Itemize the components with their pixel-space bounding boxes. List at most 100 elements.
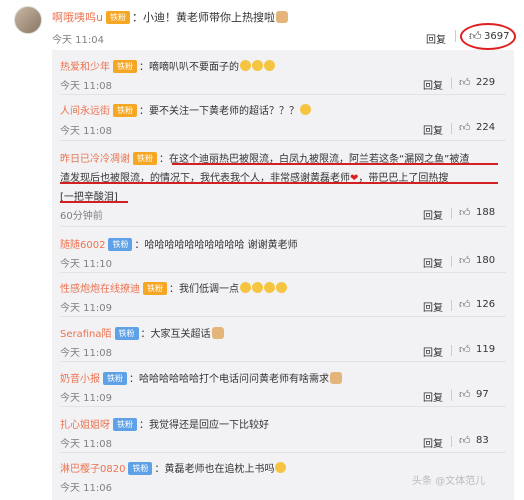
fan-badge[interactable]: 铁粉 [143,282,167,295]
fan-badge[interactable]: 铁粉 [133,152,157,165]
emoji-icon [252,282,263,293]
comment-line: 啊哦咦呜u 铁粉 ：小迪！黄老师带你上热搜啦 [52,9,288,25]
reply-button[interactable]: 回复 [423,389,443,404]
row-divider [60,316,506,317]
username[interactable]: 昨日已冷冷凋谢 [60,154,130,165]
row-divider [60,452,506,453]
red-underline [60,182,498,184]
divider [451,256,452,267]
fan-badge[interactable]: 铁粉 [105,11,130,24]
reply-button[interactable]: 回复 [423,122,443,137]
laugh-emoji-icon [275,462,287,473]
emoji-icon [276,282,287,293]
emoji-icon [240,282,251,293]
reply-text: ：嘀嘀叭叭不要面子的 [139,62,239,73]
reply-time: 今天 11:10 [60,259,112,270]
thumbs-up-icon[interactable]: 👍︎ [459,434,471,447]
reply-time: 今天 11:06 [60,483,112,494]
reply-text: ：要不关注一下黄老师的超话？？？ [139,106,299,117]
fan-badge[interactable]: 铁粉 [113,418,137,431]
like-count: 119 [476,344,496,355]
like-count: 188 [476,207,496,218]
like-count: 224 [476,122,496,133]
reply-text: ：哈哈哈哈哈哈打个电话问问黄老师有啥需求 [129,374,329,385]
thumbs-up-icon: 👍︎ [469,29,482,43]
thumbs-up-icon[interactable]: 👍︎ [459,298,471,311]
fan-badge[interactable]: 铁粉 [114,327,139,340]
fan-badge[interactable]: 铁粉 [113,104,137,117]
reply-time: 今天 11:08 [60,126,112,137]
thumbs-up-icon[interactable]: 👍︎ [459,343,471,356]
divider [455,30,456,42]
divider [451,78,452,89]
divider [451,390,452,401]
divider [451,436,452,447]
like-count: 83 [476,435,489,446]
reply-button[interactable]: 回复 [423,207,443,222]
username[interactable]: 奶音小报 [60,374,100,385]
reply-time: 今天 11:09 [60,303,112,314]
like-count: 229 [476,77,496,88]
row-divider [60,361,506,362]
reply-button[interactable]: 回复 [423,77,443,92]
cat-emoji-icon [211,327,224,339]
red-underline [172,163,498,165]
thumbs-up-icon[interactable]: 👍︎ [459,121,471,134]
row-divider [60,226,506,227]
thumbs-up-icon[interactable]: 👍︎ [459,388,471,401]
reply-time: 今天 11:08 [60,439,112,450]
reply-time: 今天 11:08 [60,81,112,92]
row-divider [60,272,506,273]
username[interactable]: 啊哦咦呜u [52,11,103,24]
reply-time: 今天 11:08 [60,348,112,359]
emoji-icon [240,60,251,71]
reply-time: 60分钟前 [60,211,103,222]
row-divider [60,406,506,407]
username[interactable]: 性感炮炮在线撩迪 [60,284,140,295]
divider [451,300,452,311]
divider [451,345,452,356]
username[interactable]: 随随6002 [60,240,105,251]
divider [451,208,452,219]
fan-badge[interactable]: 铁粉 [128,462,153,475]
reply-button[interactable]: 回复 [423,435,443,450]
reply-text: ：我觉得还是回应一下比较好 [139,420,269,431]
emoji-icon [264,282,275,293]
like-count: 126 [476,299,496,310]
avatar[interactable] [14,6,42,34]
thumbs-up-icon[interactable]: 👍︎ [459,254,471,267]
like-count: 3697 [484,31,510,42]
reply-text: ：哈哈哈哈哈哈哈哈哈哈 谢谢黄老师 [134,240,298,251]
reply-text: ：黄磊老师也在追枕上书吗 [154,464,275,475]
laugh-emoji-icon [300,104,311,115]
thumbs-up-icon[interactable]: 👍︎ [459,206,471,219]
fan-badge[interactable]: 铁粉 [113,60,137,73]
username[interactable]: 扎心姐姐呀 [60,420,110,431]
username[interactable]: 人间永远街 [60,106,110,117]
username[interactable]: 淋巴樱子0820 [60,464,125,475]
reply-button[interactable]: 回复 [423,344,443,359]
row-divider [60,140,506,141]
thumbs-up-icon[interactable]: 👍︎ [459,76,471,89]
red-underline [60,201,128,203]
reply-text: ：我们低调一点 [169,284,239,295]
like-button[interactable]: 👍︎ 3697 [460,23,516,50]
like-count: 97 [476,389,489,400]
emoji-icon [252,60,263,71]
fan-badge[interactable]: 铁粉 [103,372,127,385]
comment-time: 今天 11:04 [52,35,104,46]
cat-emoji-icon [330,372,342,384]
watermark: 头条 @文体范儿 [412,476,486,487]
divider [451,123,452,134]
username[interactable]: Serafina陌 [60,329,112,340]
reply-button[interactable]: 回复 [423,255,443,270]
reply-button[interactable]: 回复 [426,31,446,46]
reply-text: ：大家互关超话 [140,329,211,340]
emoji-icon [264,60,275,71]
cat-emoji-icon [275,11,288,23]
comment-text: ：小迪！黄老师带你上热搜啦 [131,11,275,24]
reply-button[interactable]: 回复 [423,299,443,314]
username[interactable]: 热爱和少年 [60,62,110,73]
fan-badge[interactable]: 铁粉 [108,238,133,251]
reply-time: 今天 11:09 [60,393,112,404]
